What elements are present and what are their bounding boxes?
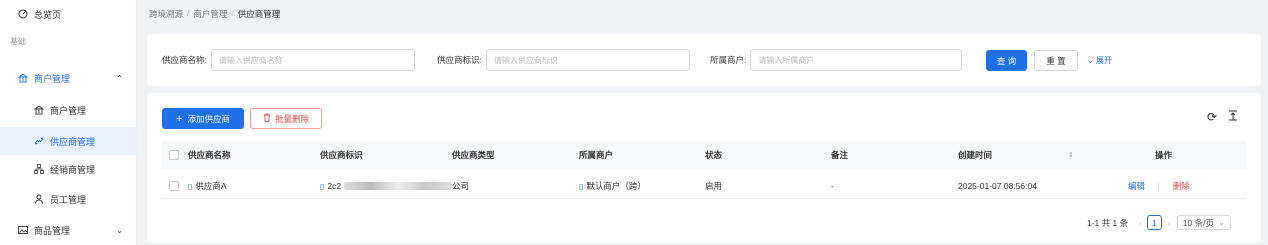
page-number[interactable]: 1 bbox=[1146, 215, 1162, 230]
sidebar-item-staff[interactable]: 员工管理 bbox=[0, 185, 137, 213]
copy-icon[interactable]: ▯ bbox=[579, 182, 583, 191]
breadcrumb-separator: / bbox=[187, 8, 190, 18]
column-header: 供应商类型 bbox=[452, 150, 495, 160]
actions-cell: 编辑 删除 bbox=[1128, 180, 1190, 192]
action-divider bbox=[1158, 181, 1160, 191]
column-header: 所属商户 bbox=[579, 150, 614, 160]
field-label: 所属商户: bbox=[710, 55, 747, 65]
add-supplier-button[interactable]: + 添加供应商 bbox=[162, 108, 244, 129]
sidebar-item-merchants[interactable]: 商户管理 bbox=[0, 96, 137, 124]
breadcrumb-current: 供应商管理 bbox=[237, 9, 281, 19]
sidebar-item-goods-mgmt[interactable]: 商品管理 ⌄ bbox=[0, 216, 137, 244]
row-checkbox[interactable] bbox=[169, 180, 179, 191]
plus-icon: + bbox=[176, 112, 183, 125]
sort-icon[interactable]: ⇕ bbox=[1068, 151, 1074, 159]
merchant-cell: ▯ 默认商户（跨） bbox=[579, 180, 646, 192]
merchant-text: 默认商户（跨） bbox=[586, 180, 646, 191]
bank-icon bbox=[33, 104, 45, 116]
breadcrumb-item[interactable]: 商户管理 bbox=[193, 8, 227, 20]
sidebar-item-merchant-mgmt[interactable]: 商户管理 ⌃ bbox=[0, 64, 137, 92]
refresh-icon[interactable]: ⟳ bbox=[1205, 110, 1219, 124]
status-cell: 启用 bbox=[705, 180, 723, 191]
supplier-id-input[interactable]: 请输入供应商标识 bbox=[485, 49, 690, 71]
expand-label: 展开 bbox=[1095, 56, 1112, 65]
breadcrumb: 跨境溯源 / 商户管理 / 供应商管理 bbox=[149, 8, 280, 20]
supplier-id-field: 供应商标识: 请输入供应商标识 bbox=[437, 49, 690, 71]
batch-delete-button[interactable]: 批量删除 bbox=[250, 108, 322, 129]
select-all-checkbox[interactable] bbox=[169, 150, 179, 160]
sidebar-item-label: 供应商管理 bbox=[50, 136, 96, 147]
supplier-name-field: 供应商名称: 请输入供应商名称 bbox=[162, 49, 415, 71]
chevron-down-icon: ⌄ bbox=[1217, 217, 1226, 227]
chevron-down-icon: ⌄ bbox=[1087, 56, 1094, 65]
remark-cell: - bbox=[831, 180, 834, 191]
main-content: 跨境溯源 / 商户管理 / 供应商管理 供应商名称: 请输入供应商名称 供应商标… bbox=[138, 0, 1268, 245]
supplier-id-cell: ▯ 2c2 bbox=[320, 181, 452, 191]
chevron-down-icon: ⌄ bbox=[116, 225, 123, 235]
edit-link[interactable]: 编辑 bbox=[1128, 181, 1145, 191]
breadcrumb-item[interactable]: 跨境溯源 bbox=[149, 8, 183, 20]
search-panel: 供应商名称: 请输入供应商名称 供应商标识: 请输入供应商标识 所属商户: 请输… bbox=[147, 34, 1261, 86]
breadcrumb-separator: / bbox=[231, 8, 234, 18]
dashboard-icon bbox=[17, 8, 29, 20]
org-chart-icon bbox=[33, 163, 45, 175]
table-panel: + 添加供应商 批量删除 ⟳ 供应商名称 供应商标识 供应商类型 所属商户 状态… bbox=[147, 93, 1261, 243]
page-size-label: 10 条/页 bbox=[1182, 217, 1214, 228]
sidebar-item-suppliers[interactable]: 供应商管理 bbox=[0, 127, 137, 155]
column-header: 备注 bbox=[831, 150, 849, 160]
column-height-icon[interactable] bbox=[1226, 110, 1240, 124]
pagination: 1-1 共 1 条 ‹ 1 › 10 条/页 ⌄ bbox=[1087, 215, 1232, 230]
bank-icon bbox=[17, 72, 29, 84]
delete-link[interactable]: 删除 bbox=[1173, 181, 1190, 191]
supplier-name-input[interactable]: 请输入供应商名称 bbox=[210, 49, 415, 71]
sidebar-item-label: 商品管理 bbox=[34, 225, 71, 236]
add-supplier-label: 添加供应商 bbox=[187, 113, 230, 124]
column-header: 供应商标识 bbox=[320, 150, 363, 160]
created-time-cell: 2025-01-07 08:56:04 bbox=[958, 180, 1037, 191]
column-header: 状态 bbox=[705, 150, 723, 160]
reset-button[interactable]: 重 置 bbox=[1034, 50, 1078, 71]
sidebar-item-distributors[interactable]: 经销商管理 bbox=[0, 155, 137, 183]
next-page-icon[interactable]: › bbox=[1168, 218, 1171, 228]
column-header: 供应商名称 bbox=[188, 150, 231, 160]
sidebar-item-label: 员工管理 bbox=[50, 194, 87, 205]
sidebar-group-label: 基础 bbox=[10, 37, 26, 46]
merchant-field: 所属商户: 请输入所属商户 bbox=[710, 49, 963, 71]
sidebar-item-overview[interactable]: 总览页 bbox=[0, 0, 137, 28]
copy-icon[interactable]: ▯ bbox=[188, 182, 192, 191]
merchant-input[interactable]: 请输入所属商户 bbox=[750, 49, 963, 71]
supplier-id-text: 2c2 bbox=[327, 180, 342, 191]
supplier-name-text: 供应商A bbox=[195, 180, 227, 191]
expand-toggle[interactable]: ⌄ 展开 bbox=[1087, 55, 1112, 66]
column-header: 操作 bbox=[1155, 150, 1173, 160]
table-row: ▯ 供应商A ▯ 2c2 公司 ▯ 默认商户（跨） 启用 - 2025-01-07 0… bbox=[162, 173, 1246, 199]
sidebar-item-label: 经销商管理 bbox=[50, 164, 96, 175]
sidebar-item-label: 商户管理 bbox=[34, 73, 71, 84]
chevron-up-icon: ⌃ bbox=[116, 73, 123, 83]
sidebar-item-label: 商户管理 bbox=[50, 105, 87, 116]
sidebar: 总览页 基础 商户管理 ⌃ 商户管理 供应商管理 经销商管理 员工管理 商品管理… bbox=[0, 0, 137, 245]
link-icon bbox=[33, 135, 45, 147]
supplier-type-cell: 公司 bbox=[452, 180, 470, 191]
trash-icon bbox=[263, 113, 271, 124]
field-label: 供应商标识: bbox=[437, 55, 482, 65]
table-header: 供应商名称 供应商标识 供应商类型 所属商户 状态 备注 创建时间 ⇕ 操作 bbox=[162, 141, 1246, 169]
prev-page-icon[interactable]: ‹ bbox=[1139, 218, 1142, 228]
copy-icon[interactable]: ▯ bbox=[320, 182, 324, 191]
sidebar-item-label: 总览页 bbox=[34, 9, 62, 20]
pagination-summary: 1-1 共 1 条 bbox=[1087, 217, 1129, 228]
supplier-name-cell: ▯ 供应商A bbox=[188, 180, 227, 192]
redacted-id bbox=[343, 182, 452, 191]
field-label: 供应商名称: bbox=[162, 55, 207, 65]
column-header: 创建时间 bbox=[958, 150, 993, 160]
user-icon bbox=[33, 193, 45, 205]
query-button[interactable]: 查 询 bbox=[986, 50, 1027, 71]
batch-delete-label: 批量删除 bbox=[274, 113, 309, 124]
page-size-select[interactable]: 10 条/页 ⌄ bbox=[1176, 215, 1232, 230]
picture-icon bbox=[17, 224, 29, 236]
